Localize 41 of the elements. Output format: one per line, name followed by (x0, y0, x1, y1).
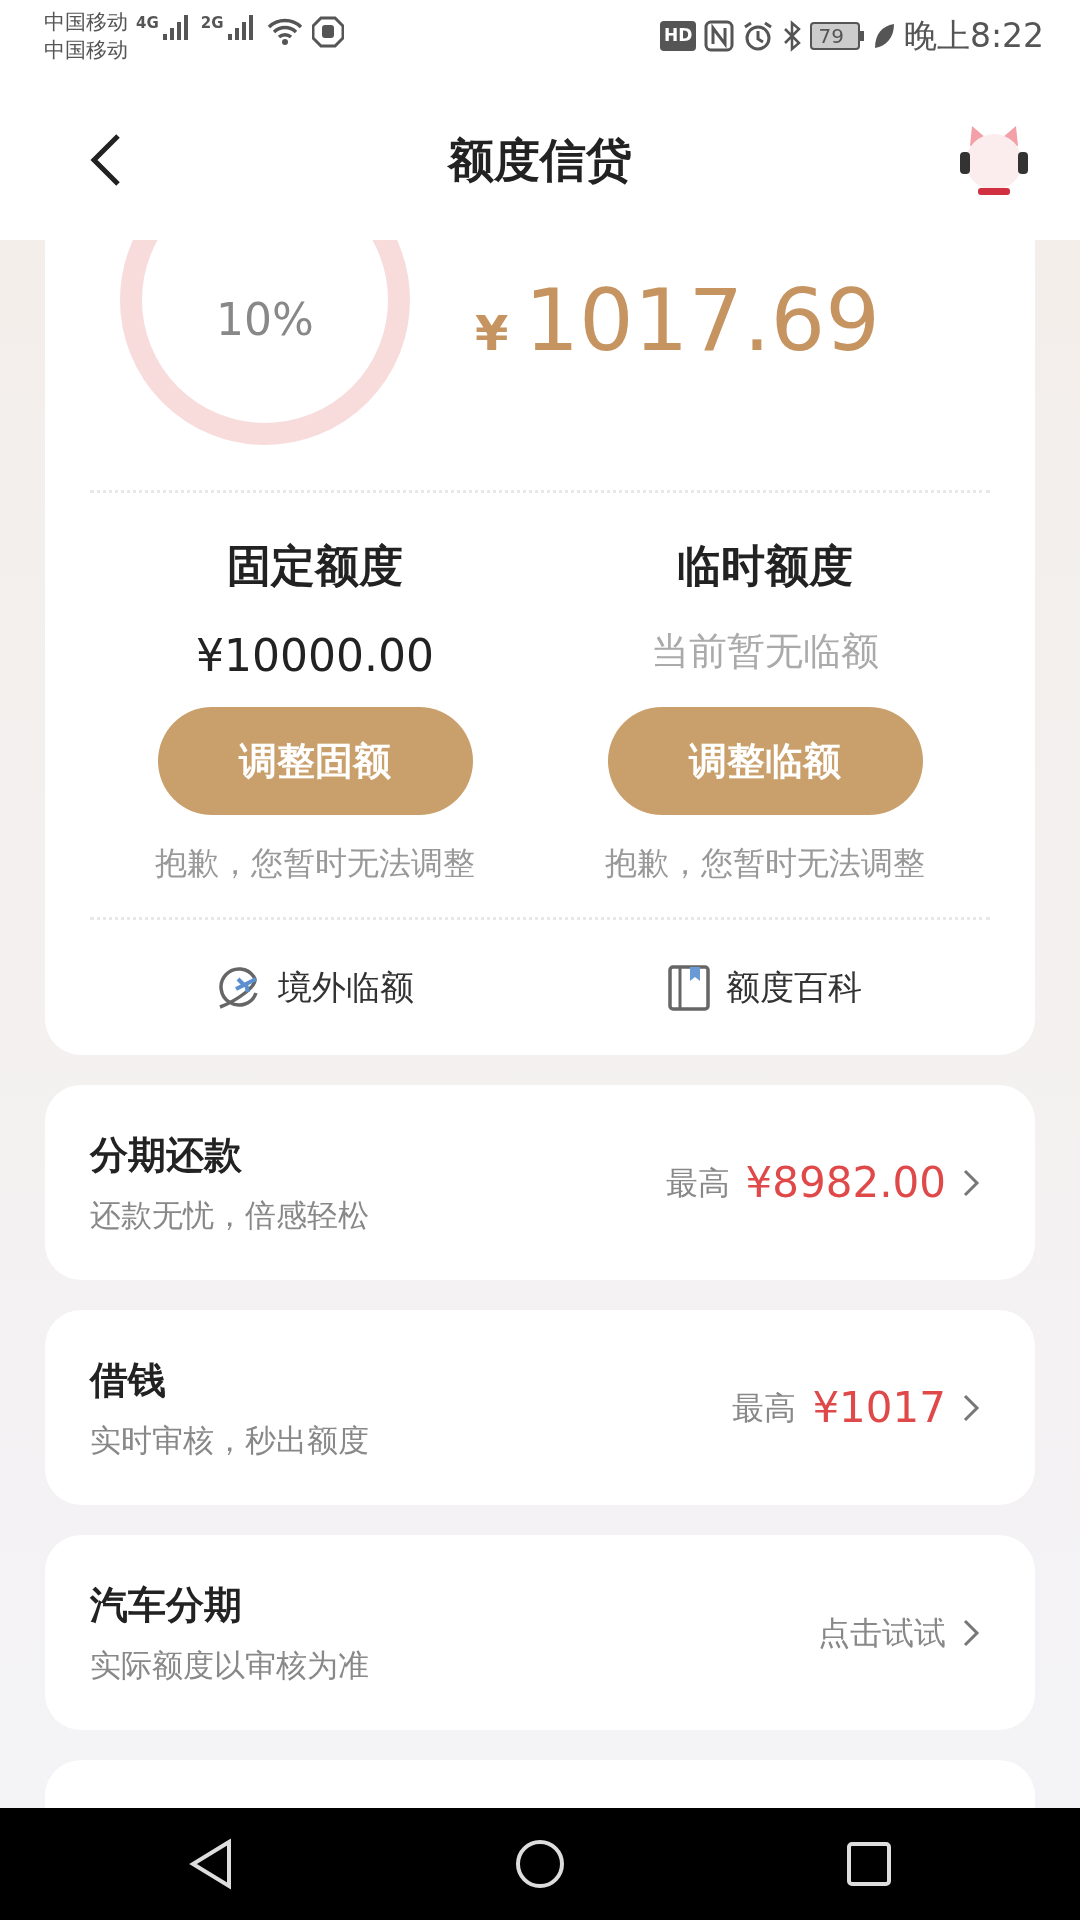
product-title: 分期还款 (90, 1131, 243, 1179)
wifi-icon (265, 16, 304, 46)
book-icon[interactable] (668, 964, 710, 1011)
chevron-icon (962, 1392, 980, 1423)
clock-time: 晚上8:22 (903, 15, 1044, 58)
bluetooth-icon (782, 20, 803, 52)
network-type: 2G (200, 13, 224, 34)
chevron-icon (962, 1617, 980, 1648)
currency-symbol: ¥ (475, 303, 509, 363)
product-card[interactable]: 分期还款 还款无忧，倍感轻松 最高 ¥8982.00 (45, 1085, 1035, 1280)
home-nav-icon[interactable] (514, 1838, 566, 1890)
limit-amount: ¥1017 (812, 1382, 946, 1434)
product-card[interactable]: 汽车分期 实际额度以审核为准 点击试试 (45, 1535, 1035, 1730)
carrier-name: 中国移动 (44, 37, 128, 64)
limit-label: 最高 (665, 1162, 730, 1204)
product-subtitle: 实际额度以审核为准 (90, 1645, 369, 1685)
chevron-icon (962, 1167, 980, 1198)
product-subtitle: 还款无忧，倍感轻松 (90, 1195, 369, 1235)
carrier-name: 中国移动 (44, 9, 128, 36)
notice-text: 抱歉，您暂时无法调整 (605, 843, 925, 884)
quota-value: 当前暂无临额 (651, 628, 879, 675)
link-label[interactable]: 境外临额 (278, 962, 414, 1013)
try-label: 点击试试 (818, 1612, 946, 1654)
remaining-amount: 1017.69 (524, 268, 881, 372)
quota-title: 临时额度 (677, 539, 853, 593)
limit-amount: ¥8982.00 (745, 1157, 946, 1209)
page-title: 额度信贷 (448, 131, 632, 189)
quota-title: 固定额度 (227, 539, 403, 593)
quota-value: ¥10000.00 (196, 629, 434, 683)
product-subtitle: 实时审核，秒出额度 (90, 1420, 369, 1460)
link-label[interactable]: 额度百科 (726, 962, 862, 1013)
hd-badge: HD (660, 21, 697, 51)
product-card[interactable]: 借钱 实时审核，秒出额度 最高 ¥1017 (45, 1310, 1035, 1505)
recent-apps-icon[interactable] (844, 1840, 893, 1888)
product-title: 汽车分期 (90, 1581, 243, 1629)
product-title: 借钱 (90, 1356, 167, 1404)
network-type: 4G (136, 13, 159, 34)
nfc-icon (704, 20, 735, 52)
notice-text: 抱歉，您暂时无法调整 (155, 843, 475, 884)
limit-label: 最高 (732, 1387, 797, 1429)
ring-percentage: 10% (216, 293, 314, 347)
